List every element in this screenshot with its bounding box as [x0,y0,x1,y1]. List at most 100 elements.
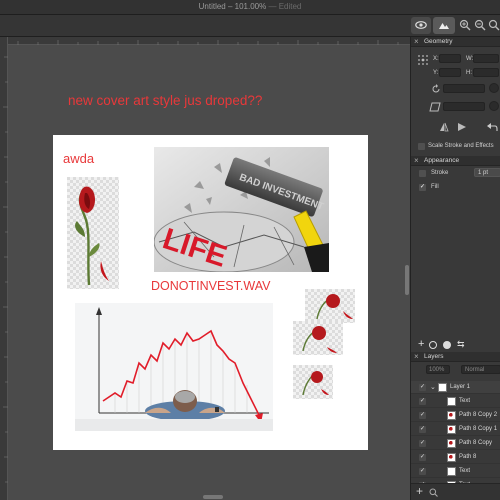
mountain-icon [439,23,449,29]
window-title: Untitled – 101.00% — Edited [0,2,500,11]
x-label: X: [433,56,439,62]
layer-row[interactable]: ✓ Path 8 Copy 1 [411,423,500,436]
layer-name: Text [459,468,471,474]
visibility-checkbox[interactable]: ✓ [419,412,426,419]
layers-section-header[interactable]: × Layers [411,352,500,362]
edited-status: — Edited [268,2,302,11]
close-icon[interactable]: × [414,156,419,165]
layer-thumbnail [447,453,456,462]
zoom-in-icon[interactable] [459,19,471,31]
layer-row[interactable]: ✓ Path 8 [411,451,500,464]
layer-group-row[interactable]: ✓ ⌄ Layer 1 [411,381,500,394]
stroke-label: Stroke [431,170,449,176]
undo-icon[interactable] [487,122,498,132]
visibility-checkbox[interactable]: ✓ [419,440,426,447]
layer-row[interactable]: ✓ Text [411,465,500,478]
w-field[interactable] [473,54,499,63]
scale-stroke-label: Scale Stroke and Effects [428,143,494,149]
appearance-section-header[interactable]: × Appearance [411,156,500,166]
layer-opacity-value: 100% [429,367,445,373]
market-crash-image[interactable] [75,303,273,431]
wilting-rose-image[interactable] [67,177,119,289]
search-icon[interactable] [429,488,438,497]
blend-mode-value: Normal [465,367,485,373]
layer-thumbnail [447,439,456,448]
layer-thumbnail [447,467,456,476]
layer-row[interactable]: ✓ Path 8 Copy [411,437,500,450]
stroke-checkbox[interactable] [419,170,426,177]
rotation-field[interactable] [443,84,485,93]
layers-bottom-bar: + [411,483,500,500]
stroke-width-value: 1 pt [478,170,489,176]
anchor-grid-icon[interactable] [417,54,429,66]
visibility-checkbox[interactable]: ✓ [419,454,426,461]
flip-horizontal-icon[interactable] [439,122,449,132]
h-label: H: [466,70,472,76]
layer-thumbnail [447,411,456,420]
stroke-width-field[interactable]: 1 pt [474,168,500,177]
scale-stroke-checkbox[interactable] [418,143,425,150]
rotation-dial[interactable] [489,83,499,93]
chevron-down-icon[interactable]: ⌄ [430,383,436,391]
layer-opacity-field[interactable]: 100% [426,365,450,374]
close-icon[interactable]: × [414,352,419,361]
layers-title: Layers [424,353,444,360]
geometry-section-header[interactable]: × Geometry [411,37,500,47]
small-rose-image-2[interactable] [293,321,343,355]
circle-outline-icon[interactable] [429,341,437,349]
floating-caption-text[interactable]: new cover art style jus droped?? [68,93,262,108]
x-field[interactable] [439,54,461,63]
fill-checkbox[interactable]: ✓ [419,184,426,191]
title-bar: Untitled – 101.00% — Edited [0,0,500,15]
vertical-ruler [0,37,8,500]
y-field[interactable] [439,68,461,77]
blend-mode-select[interactable]: Normal [461,365,500,374]
layer-name: Path 8 Copy 2 [459,412,498,418]
swap-icon[interactable]: ⇆ [457,339,465,350]
appearance-title: Appearance [424,157,460,164]
add-layer-icon[interactable]: + [416,484,423,498]
layer-thumbnail [447,397,456,406]
layer-name: Path 8 Copy [459,440,493,446]
layer-name: Path 8 [459,454,477,460]
donotinvest-text[interactable]: DONOTINVEST.WAV [151,279,270,293]
small-rose-image-3[interactable] [293,365,333,399]
shear-icon [429,102,441,112]
eye-icon [415,21,427,29]
y-label: Y: [433,70,439,76]
horizontal-scrollbar[interactable] [203,495,223,499]
artboard[interactable]: awda BAD INVESTMENT LIFE DONOTINVEST.WAV [53,135,368,450]
layer-thumbnail [438,383,447,392]
circle-filled-icon[interactable] [443,341,451,349]
toolbar [0,15,500,37]
flip-vertical-icon[interactable] [457,122,467,132]
add-icon[interactable]: + [418,338,424,350]
awda-text[interactable]: awda [63,151,94,166]
shear-dial[interactable] [489,101,499,111]
layer-name: Text [459,398,471,404]
vertical-scrollbar[interactable] [405,265,409,295]
layer-name: Layer 1 [450,384,471,390]
canvas[interactable]: new cover art style jus droped?? awda BA… [8,45,410,500]
rotate-icon [432,84,440,93]
small-rose-image-1[interactable] [305,289,355,323]
layer-row[interactable]: ✓ Text [411,395,500,408]
h-field[interactable] [473,68,499,77]
zoom-fit-icon[interactable] [488,19,500,31]
shear-field[interactable] [443,102,485,111]
mountain-view-button[interactable] [433,17,455,34]
close-icon[interactable]: × [414,37,419,46]
horizontal-ruler [8,37,410,45]
visibility-checkbox[interactable]: ✓ [419,468,426,475]
view-mode-button[interactable] [411,17,431,34]
window-title-text: Untitled – 101.00% [198,2,267,11]
geometry-title: Geometry [424,38,453,45]
layer-row[interactable]: ✓ Path 8 Copy 2 [411,409,500,422]
visibility-checkbox[interactable]: ✓ [419,384,426,391]
zoom-out-icon[interactable] [474,19,486,31]
bad-investment-hammer-image[interactable]: BAD INVESTMENT LIFE [154,147,329,272]
visibility-checkbox[interactable]: ✓ [419,398,426,405]
visibility-checkbox[interactable]: ✓ [419,426,426,433]
fill-label: Fill [431,184,439,190]
layer-name: Path 8 Copy 1 [459,426,498,432]
